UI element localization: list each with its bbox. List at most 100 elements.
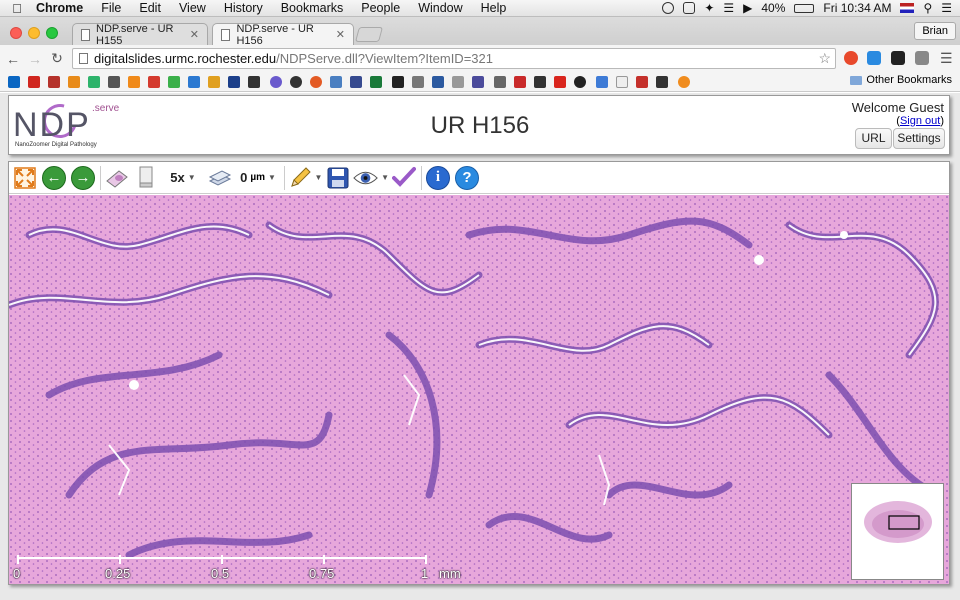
welcome-text: Welcome Guest [851,100,944,115]
bookmark-star-icon[interactable]: ☆ [818,50,831,67]
extension-pocket-icon[interactable] [915,51,929,65]
forward-arrow-icon[interactable]: → [26,51,44,67]
slide-label-button[interactable] [103,164,131,192]
bookmark-icon[interactable] [68,76,80,88]
chrome-menu-icon[interactable]: ☰ [940,51,954,65]
bookmark-icon[interactable] [554,76,566,88]
bookmark-icon[interactable] [248,76,260,88]
menu-bookmarks[interactable]: Bookmarks [272,0,353,17]
slide-minimap[interactable] [851,483,944,580]
bookmark-icon[interactable] [168,76,180,88]
focus-layers-button[interactable] [206,164,234,192]
spotlight-icon[interactable]: ⚲ [923,1,932,15]
address-bar[interactable]: digitalslides.urmc.rochester.edu /NDPSer… [72,48,836,69]
bookmark-icon[interactable] [392,76,404,88]
menubar-clock[interactable]: Fri 10:34 AM [823,1,891,15]
battery-percent[interactable]: 40% [761,1,785,15]
sign-out-link[interactable]: Sign out [900,115,940,127]
menu-edit[interactable]: Edit [130,0,170,17]
bookmark-icon[interactable] [494,76,506,88]
bookmark-icon[interactable] [28,76,40,88]
window-close-icon[interactable] [10,27,22,39]
approve-button[interactable] [390,164,418,192]
bookmark-icon[interactable] [270,76,282,88]
bookmark-icon[interactable] [452,76,464,88]
z-offset-select[interactable]: 0 µm ▼ [235,164,281,192]
bookmark-linkedin-icon[interactable] [8,76,20,88]
page-info-icon[interactable] [79,53,88,64]
bookmark-icon[interactable] [88,76,100,88]
bookmark-icon[interactable] [472,76,484,88]
bookmark-icon[interactable] [188,76,200,88]
info-button[interactable]: i [424,164,452,192]
bookmark-icon[interactable] [656,76,668,88]
menu-app-chrome[interactable]: Chrome [34,0,92,17]
back-button[interactable]: ← [40,164,68,192]
vpn-status-icon[interactable] [683,2,696,14]
extension-tool-icon[interactable] [891,51,905,65]
forward-button[interactable]: → [69,164,97,192]
clock-status-icon[interactable] [662,2,675,14]
menu-view[interactable]: View [170,0,215,17]
menu-help[interactable]: Help [472,0,516,17]
scale-tick-label: 0 [13,566,21,581]
view-options-button[interactable]: ▼ [353,164,389,192]
bookmark-icon[interactable] [370,76,382,88]
save-button[interactable] [324,164,352,192]
bookmark-icon[interactable] [574,76,586,88]
apple-menu-icon[interactable]:  [0,1,34,16]
bookmark-icon[interactable] [514,76,526,88]
notification-center-icon[interactable]: ☰ [941,1,952,15]
battery-icon[interactable] [794,3,815,13]
bookmark-icon[interactable] [636,76,648,88]
bookmark-icon[interactable] [350,76,362,88]
url-button[interactable]: URL [855,128,892,149]
bookmark-icon[interactable] [330,76,342,88]
menu-window[interactable]: Window [409,0,471,17]
menu-file[interactable]: File [92,0,130,17]
bookmark-icon[interactable] [290,76,302,88]
profile-button[interactable]: Brian [914,22,956,40]
help-icon: ? [455,165,479,190]
bookmark-icon[interactable] [596,76,608,88]
bookmark-icon[interactable] [208,76,220,88]
tab-close-icon[interactable]: ✕ [336,28,345,41]
magnification-select[interactable]: 5x ▼ [161,164,205,192]
layers-icon [208,169,232,186]
bookmark-icon[interactable] [616,76,628,88]
bookmark-icon[interactable] [412,76,424,88]
bookmark-icon[interactable] [678,76,690,88]
help-button[interactable]: ? [453,164,481,192]
bookmark-icon[interactable] [432,76,444,88]
back-arrow-icon[interactable]: ← [4,51,22,67]
bookmark-icon[interactable] [148,76,160,88]
fit-to-screen-button[interactable] [11,164,39,192]
toolbar-separator [284,165,285,190]
extension-adblock-icon[interactable] [844,51,858,65]
bookmark-icon[interactable] [108,76,120,88]
bookmark-icon[interactable] [128,76,140,88]
menu-people[interactable]: People [352,0,409,17]
bookmark-icon[interactable] [534,76,546,88]
reload-icon[interactable]: ↻ [48,50,66,67]
extension-shield-icon[interactable] [867,51,881,65]
input-source-flag-icon[interactable] [900,3,915,13]
bookmark-icon[interactable] [48,76,60,88]
tab-close-icon[interactable]: ✕ [190,28,199,41]
window-zoom-icon[interactable] [46,27,58,39]
volume-icon[interactable]: ▶ [743,1,752,15]
bookmark-icon[interactable] [310,76,322,88]
settings-button[interactable]: Settings [893,128,945,149]
other-bookmarks-folder[interactable]: Other Bookmarks [850,74,952,86]
slide-image[interactable]: 0 0.25 0.5 0.75 1 mm [9,195,949,584]
tab-ur-h155[interactable]: NDP.serve - UR H155 ✕ [72,23,208,47]
annotate-button[interactable]: ▼ [287,164,323,192]
new-tab-button[interactable] [354,27,384,42]
wifi-icon[interactable]: ☰ [723,1,734,15]
tab-ur-h156[interactable]: NDP.serve - UR H156 ✕ [212,23,354,47]
window-minimize-icon[interactable] [28,27,40,39]
bluetooth-icon[interactable]: ✦ [704,1,714,15]
bookmark-icon[interactable] [228,76,240,88]
slide-overview-button[interactable] [132,164,160,192]
menu-history[interactable]: History [215,0,272,17]
